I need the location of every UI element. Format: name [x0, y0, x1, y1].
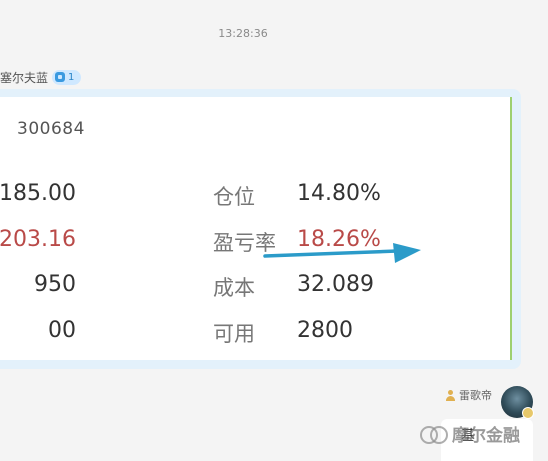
- annotation-arrow-icon: [263, 243, 421, 263]
- profit-row: 203.16 盈亏率 18.26%: [0, 227, 510, 257]
- row-label: 成本: [213, 276, 255, 300]
- user-icon: [445, 389, 456, 401]
- stock-code: 300684: [17, 119, 85, 139]
- cost-row: 950 成本 32.089: [0, 272, 510, 302]
- left-value: 3185.00: [0, 181, 76, 206]
- row-value: 2800: [297, 318, 353, 343]
- left-value: 950: [34, 272, 76, 297]
- position-row: 3185.00 仓位 14.80%: [0, 181, 510, 211]
- group-icon: [55, 72, 66, 82]
- sender-level-badge: 1: [52, 69, 82, 85]
- sender-name[interactable]: 塞尔夫蓝: [0, 69, 48, 86]
- badge-count: 1: [68, 71, 75, 83]
- watermark-logo-icon: [420, 425, 450, 444]
- watermark: 摩尔金融: [420, 421, 520, 446]
- left-value: 00: [48, 318, 76, 343]
- message-bubble[interactable]: 300684 3185.00 仓位 14.80% 203.16 盈亏率 18.2…: [0, 89, 521, 369]
- reply-sender-row: 雷歌帝: [445, 387, 492, 403]
- available-row: 00 可用 2800: [0, 318, 510, 348]
- message-timestamp: 13:28:36: [218, 27, 268, 40]
- row-label: 可用: [213, 322, 255, 346]
- row-value: 14.80%: [297, 181, 381, 206]
- row-label: 仓位: [213, 185, 255, 209]
- row-value: 32.089: [297, 272, 374, 297]
- vip-badge-icon: [522, 407, 534, 419]
- stock-position-card[interactable]: 300684 3185.00 仓位 14.80% 203.16 盈亏率 18.2…: [0, 97, 512, 360]
- watermark-text: 摩尔金融: [452, 426, 520, 446]
- left-value: 203.16: [0, 227, 76, 252]
- sender-row: 塞尔夫蓝 1: [0, 68, 82, 86]
- reply-sender-name[interactable]: 雷歌帝: [459, 387, 492, 403]
